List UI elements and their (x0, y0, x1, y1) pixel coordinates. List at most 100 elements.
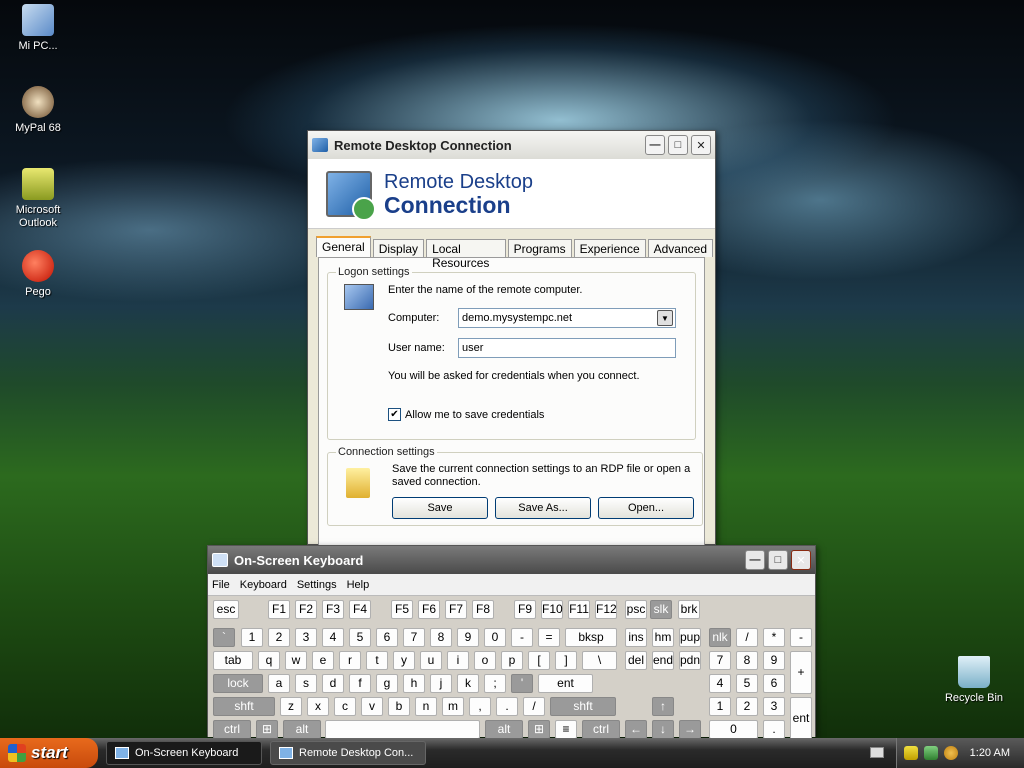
desktop-icon-recycle-bin[interactable]: Recycle Bin (934, 656, 1014, 705)
security-shield-icon[interactable] (903, 746, 918, 760)
menu-help[interactable]: Help (347, 579, 370, 591)
key-2[interactable]: 2 (268, 628, 290, 647)
key-symbol[interactable]: . (763, 720, 785, 739)
key-F9[interactable]: F9 (514, 600, 536, 619)
minimize-button[interactable]: — (745, 550, 765, 570)
key-lock[interactable]: lock (213, 674, 263, 693)
key-7[interactable]: 7 (403, 628, 425, 647)
key-ent[interactable]: ent (790, 697, 812, 740)
key-symbol[interactable]: ; (484, 674, 506, 693)
maximize-button[interactable]: □ (668, 135, 688, 155)
tab-experience[interactable]: Experience (573, 239, 646, 257)
network-icon[interactable] (923, 746, 938, 760)
key-v[interactable]: v (361, 697, 383, 716)
rdc-titlebar[interactable]: Remote Desktop Connection — □ ✕ (308, 131, 715, 159)
key-symbol[interactable]: ] (555, 651, 577, 670)
key-symbol[interactable]: - (511, 628, 533, 647)
menu-file[interactable]: File (212, 579, 230, 591)
key-g[interactable]: g (376, 674, 398, 693)
key-z[interactable]: z (280, 697, 302, 716)
key-slk[interactable]: slk (650, 600, 672, 619)
key-F5[interactable]: F5 (391, 600, 413, 619)
key-k[interactable]: k (457, 674, 479, 693)
key-F10[interactable]: F10 (541, 600, 563, 619)
allow-save-checkbox[interactable]: ✔ (388, 408, 401, 421)
key-symbol[interactable]: ← (625, 720, 647, 739)
key-pup[interactable]: pup (679, 628, 701, 647)
tab-advanced[interactable]: Advanced (647, 239, 713, 257)
key-j[interactable]: j (430, 674, 452, 693)
key-r[interactable]: r (339, 651, 361, 670)
key-hm[interactable]: hm (652, 628, 674, 647)
key-3[interactable]: 3 (295, 628, 317, 647)
key-esc[interactable]: esc (213, 600, 239, 619)
key-ent[interactable]: ent (538, 674, 593, 693)
key-ins[interactable]: ins (625, 628, 647, 647)
key-F12[interactable]: F12 (595, 600, 617, 619)
key-q[interactable]: q (258, 651, 280, 670)
key-3[interactable]: 3 (763, 697, 785, 716)
desktop-icon-outlook[interactable]: Microsoft Outlook (0, 168, 78, 230)
key-5[interactable]: 5 (349, 628, 371, 647)
key-8[interactable]: 8 (736, 651, 758, 670)
key-symbol[interactable]: . (496, 697, 518, 716)
key-n[interactable]: n (415, 697, 437, 716)
tab-display[interactable]: Display (372, 239, 425, 257)
save-button[interactable]: Save (392, 497, 488, 519)
desktop-icon-my-pc[interactable]: Mi PC... (0, 4, 78, 53)
menu-settings[interactable]: Settings (297, 579, 337, 591)
key-tab[interactable]: tab (213, 651, 253, 670)
key-6[interactable]: 6 (376, 628, 398, 647)
key-shft[interactable]: shft (550, 697, 616, 716)
tab-local-resources[interactable]: Local Resources (426, 239, 506, 270)
key-del[interactable]: del (625, 651, 647, 670)
key-f[interactable]: f (349, 674, 371, 693)
key-pdn[interactable]: pdn (679, 651, 701, 670)
key-end[interactable]: end (652, 651, 674, 670)
key-y[interactable]: y (393, 651, 415, 670)
key-symbol[interactable]: \ (582, 651, 617, 670)
key-symbol[interactable]: - (790, 628, 812, 647)
key-F4[interactable]: F4 (349, 600, 371, 619)
key-ctrl[interactable]: ctrl (582, 720, 620, 739)
key-ctrl[interactable]: ctrl (213, 720, 251, 739)
key-psc[interactable]: psc (625, 600, 647, 619)
key-o[interactable]: o (474, 651, 496, 670)
close-button[interactable]: ✕ (791, 550, 811, 570)
key-symbol[interactable]: * (763, 628, 785, 647)
key-s[interactable]: s (295, 674, 317, 693)
key-8[interactable]: 8 (430, 628, 452, 647)
minimize-button[interactable]: — (645, 135, 665, 155)
key-5[interactable]: 5 (736, 674, 758, 693)
key-p[interactable]: p (501, 651, 523, 670)
key-shft[interactable]: shft (213, 697, 275, 716)
key-symbol[interactable]: / (523, 697, 545, 716)
key-m[interactable]: m (442, 697, 464, 716)
key-F1[interactable]: F1 (268, 600, 290, 619)
key-h[interactable]: h (403, 674, 425, 693)
desktop-icon-mypal[interactable]: MyPal 68 (0, 86, 78, 135)
open-button[interactable]: Open... (598, 497, 694, 519)
key-e[interactable]: e (312, 651, 334, 670)
close-button[interactable]: ✕ (691, 135, 711, 155)
key-1[interactable]: 1 (709, 697, 731, 716)
key-F8[interactable]: F8 (472, 600, 494, 619)
allow-save-label[interactable]: Allow me to save credentials (405, 409, 544, 421)
computer-combo[interactable]: demo.mysystempc.net ▼ (458, 308, 676, 328)
osk-titlebar[interactable]: On-Screen Keyboard — □ ✕ (208, 546, 815, 574)
tab-general[interactable]: General (316, 236, 371, 257)
key-F3[interactable]: F3 (322, 600, 344, 619)
key-F6[interactable]: F6 (418, 600, 440, 619)
tab-programs[interactable]: Programs (507, 239, 572, 257)
language-bar-icon[interactable] (870, 747, 884, 758)
key-d[interactable]: d (322, 674, 344, 693)
key-alt[interactable]: alt (283, 720, 321, 739)
key-u[interactable]: u (420, 651, 442, 670)
key-symbol[interactable]: + (790, 651, 812, 694)
maximize-button[interactable]: □ (768, 550, 788, 570)
key-bksp[interactable]: bksp (565, 628, 617, 647)
taskbar-button-osk[interactable]: On-Screen Keyboard (106, 741, 262, 765)
key-symbol[interactable]: = (538, 628, 560, 647)
key-space[interactable] (325, 720, 480, 739)
key-symbol[interactable]: ⊞ (256, 720, 278, 739)
